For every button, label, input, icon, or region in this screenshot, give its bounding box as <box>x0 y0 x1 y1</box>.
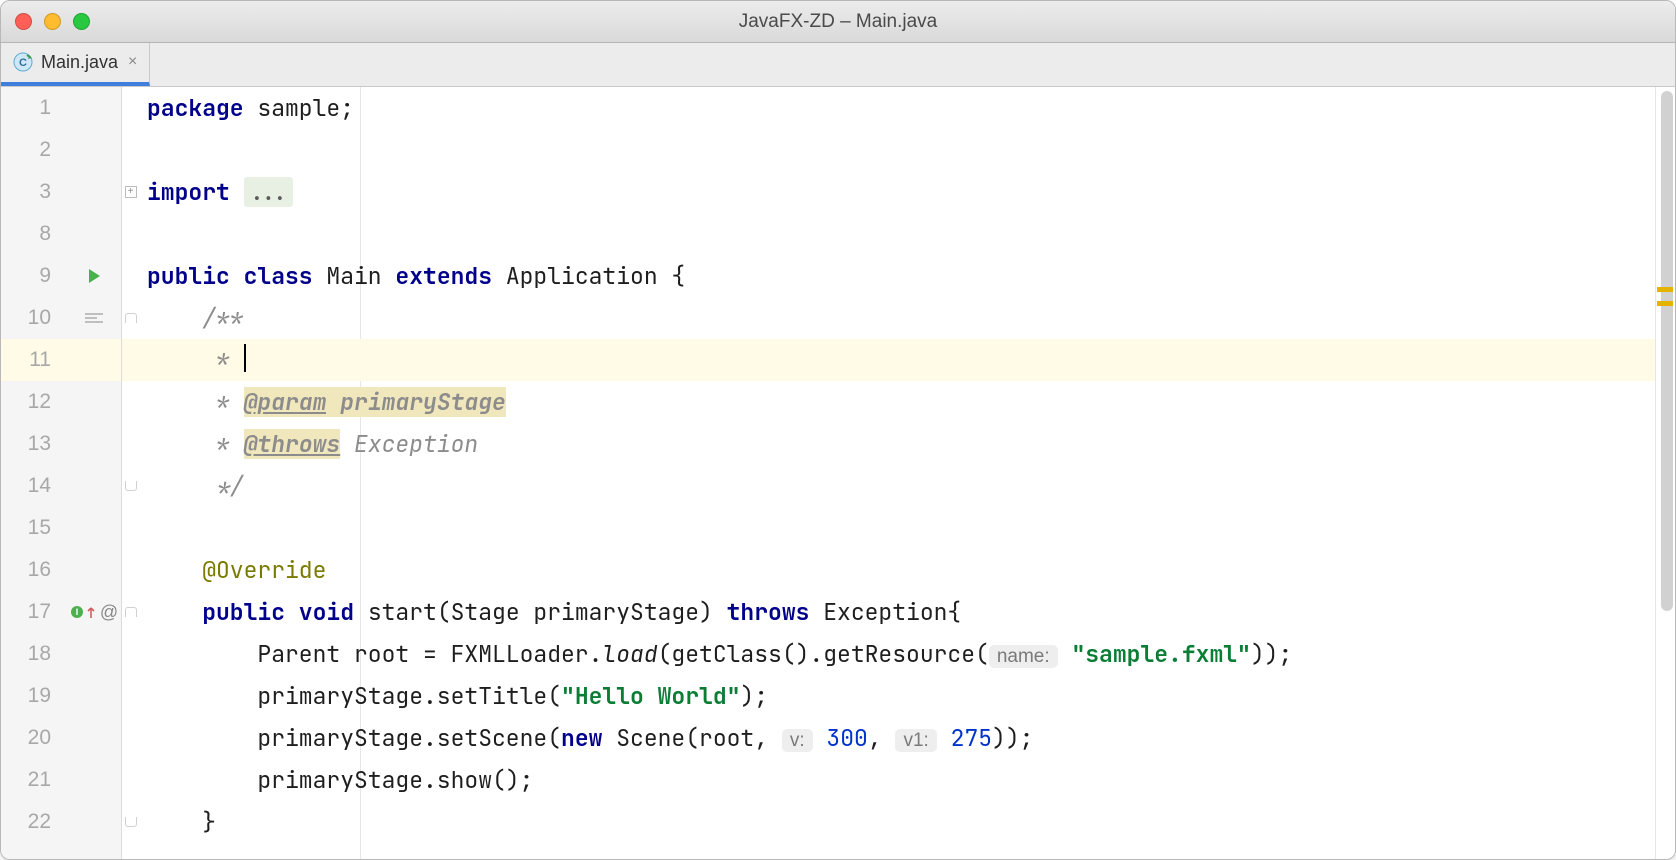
line-number[interactable]: 22 <box>1 810 67 834</box>
expand-fold-icon[interactable]: + <box>125 186 137 198</box>
code-line[interactable]: @Override <box>139 555 1655 585</box>
line-number[interactable]: 20 <box>1 726 67 750</box>
line-number[interactable]: 12 <box>1 390 67 414</box>
warning-marker[interactable] <box>1657 301 1673 306</box>
code-line[interactable]: /** <box>139 303 1655 333</box>
fold-start-icon[interactable] <box>125 607 137 617</box>
titlebar[interactable]: JavaFX-ZD – Main.java <box>1 1 1675 43</box>
line-number[interactable]: 13 <box>1 432 67 456</box>
code-line[interactable]: public void start(Stage primaryStage) th… <box>139 597 1655 627</box>
line-number[interactable]: 18 <box>1 642 67 666</box>
line-number[interactable]: 8 <box>1 222 67 246</box>
line-number[interactable]: 14 <box>1 474 67 498</box>
fold-end-icon[interactable] <box>125 817 137 827</box>
window-title: JavaFX-ZD – Main.java <box>1 11 1675 33</box>
line-number[interactable]: 1 <box>1 96 67 120</box>
line-number[interactable]: 19 <box>1 684 67 708</box>
java-class-file-icon: C <box>13 52 33 72</box>
code-line[interactable]: public class Main extends Application { <box>139 261 1655 291</box>
text-cursor <box>244 344 246 372</box>
code-line[interactable]: * @throws Exception <box>139 429 1655 459</box>
code-line[interactable]: * @param primaryStage <box>139 387 1655 417</box>
line-number-gutter[interactable]: 1238910111213141516171819202122 <box>1 87 67 859</box>
code-line[interactable]: package sample; <box>139 93 1655 123</box>
code-line[interactable]: */ <box>139 471 1655 501</box>
svg-text:C: C <box>19 57 27 69</box>
current-line-highlight <box>122 339 139 381</box>
gutter-icons[interactable]: I@ <box>67 87 121 859</box>
code-area[interactable]: package sample; import ... public class Ma… <box>139 87 1655 859</box>
window-controls <box>15 13 90 30</box>
line-number[interactable]: 17 <box>1 600 67 624</box>
fold-gutter[interactable]: + <box>121 87 139 859</box>
code-line[interactable]: import ... <box>139 177 1655 207</box>
close-window-button[interactable] <box>15 13 32 30</box>
line-number[interactable]: 11 <box>1 348 67 372</box>
line-number[interactable]: 21 <box>1 768 67 792</box>
run-gutter-icon[interactable] <box>67 267 121 285</box>
inlay-hint: v1: <box>895 729 936 752</box>
scrollbar-thumb[interactable] <box>1661 91 1673 611</box>
code-line[interactable]: * <box>139 344 1655 377</box>
inlay-hint: name: <box>989 645 1058 668</box>
code-line[interactable]: primaryStage.setTitle("Hello World"); <box>139 681 1655 711</box>
line-number[interactable]: 9 <box>1 264 67 288</box>
line-number[interactable]: 15 <box>1 516 67 540</box>
current-line-highlight <box>67 339 121 381</box>
code-line[interactable]: Parent root = FXMLLoader.load(getClass()… <box>139 639 1655 669</box>
line-number[interactable]: 16 <box>1 558 67 582</box>
zoom-window-button[interactable] <box>73 13 90 30</box>
warning-marker[interactable] <box>1657 287 1673 292</box>
doc-gutter-icon[interactable] <box>67 311 121 325</box>
tab-label: Main.java <box>41 52 118 73</box>
close-tab-icon[interactable]: × <box>128 53 137 71</box>
minimize-window-button[interactable] <box>44 13 61 30</box>
inlay-hint: v: <box>782 729 813 752</box>
code-editor[interactable]: 1238910111213141516171819202122 I@ + pac… <box>1 87 1675 859</box>
code-line[interactable]: primaryStage.setScene(new Scene(root, v:… <box>139 723 1655 753</box>
code-line[interactable]: primaryStage.show(); <box>139 765 1655 795</box>
fold-end-icon[interactable] <box>125 481 137 491</box>
editor-tabbar: C Main.java × <box>1 43 1675 87</box>
override-gutter-icon[interactable]: I@ <box>67 602 121 623</box>
tab-main-java[interactable]: C Main.java × <box>1 42 150 86</box>
fold-start-icon[interactable] <box>125 313 137 323</box>
svg-text:I: I <box>76 607 79 617</box>
code-line[interactable]: } <box>139 807 1655 837</box>
line-number[interactable]: 2 <box>1 138 67 162</box>
error-stripe[interactable] <box>1655 87 1675 859</box>
line-number[interactable]: 3 <box>1 180 67 204</box>
line-number[interactable]: 10 <box>1 306 67 330</box>
ide-window: JavaFX-ZD – Main.java C Main.java × 1238… <box>0 0 1676 860</box>
